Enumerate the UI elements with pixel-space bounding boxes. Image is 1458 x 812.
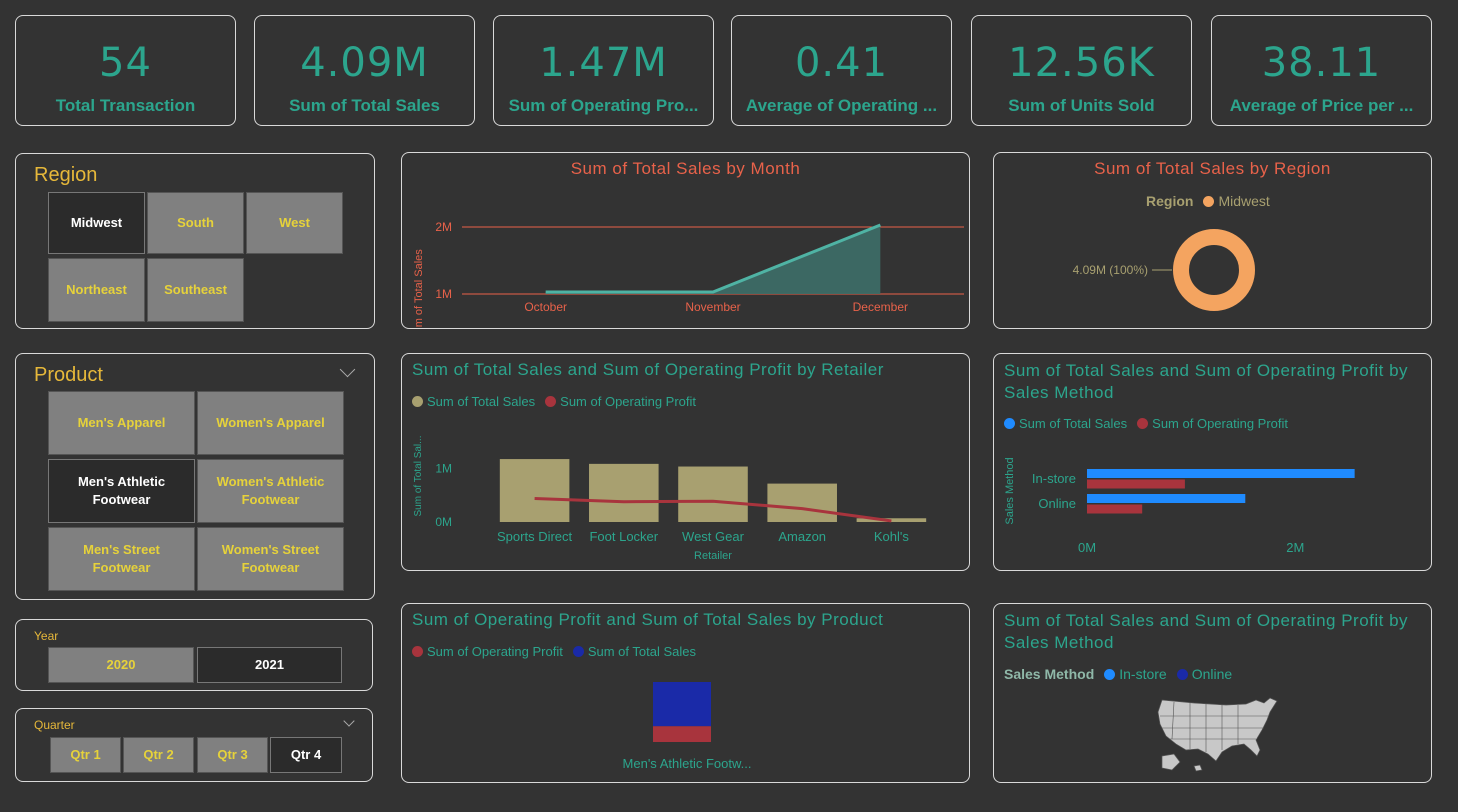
- region-tile-midwest[interactable]: Midwest: [48, 192, 145, 254]
- x-tick-label: West Gear: [682, 529, 745, 544]
- product-tile-mens-apparel[interactable]: Men's Apparel: [48, 391, 195, 455]
- kpi-value: 1.47M: [539, 40, 668, 86]
- kpi-card-total-transaction[interactable]: 54 Total Transaction: [15, 15, 236, 126]
- y-tick-label: 0M: [435, 515, 452, 529]
- x-tick-label: October: [524, 300, 567, 314]
- product-plot: Men's Athletic Footw...: [623, 682, 752, 771]
- product-chart-svg: Men's Athletic Footw...: [623, 682, 752, 771]
- donut-chart-svg: 4.09M (100%): [1073, 229, 1255, 311]
- year-tile-2021[interactable]: 2021: [197, 647, 342, 683]
- y-tick-label: In-store: [1032, 471, 1076, 486]
- region-tile-southeast[interactable]: Southeast: [147, 258, 244, 322]
- x-tick-label: Amazon: [778, 529, 826, 544]
- month-plot: 1M 2M October November December: [435, 220, 964, 314]
- kpi-label: Average of Price per ...: [1229, 96, 1414, 115]
- bar-total-sales: [1087, 494, 1246, 503]
- product-tile-womens-athletic-footwear[interactable]: Women's Athletic Footwear: [197, 459, 344, 523]
- area-fill: [545, 224, 881, 294]
- product-slicer-title: Product: [34, 364, 103, 386]
- kpi-card-units-sold[interactable]: 12.56K Sum of Units Sold: [971, 15, 1192, 126]
- method-plot: In-store Online 0M 2M: [1032, 469, 1355, 555]
- chart-by-retailer[interactable]: Sum of Total Sales and Sum of Operating …: [401, 353, 970, 571]
- kpi-value: 0.41: [794, 40, 889, 86]
- kpi-label: Sum of Units Sold: [1008, 96, 1155, 115]
- chart-by-product[interactable]: Sum of Operating Profit and Sum of Total…: [401, 603, 970, 783]
- year-tile-2020[interactable]: 2020: [48, 647, 194, 683]
- x-tick-label: Men's Athletic Footw...: [623, 756, 752, 771]
- region-tile-northeast[interactable]: Northeast: [48, 258, 145, 322]
- y-axis-title: Sum of Total Sal...: [413, 436, 424, 517]
- x-tick-label: December: [853, 300, 908, 314]
- kpi-value: 12.56K: [1008, 40, 1155, 86]
- chevron-down-icon[interactable]: [343, 715, 355, 727]
- product-tile-womens-apparel[interactable]: Women's Apparel: [197, 391, 344, 455]
- kpi-card-total-sales[interactable]: 4.09M Sum of Total Sales: [254, 15, 475, 126]
- quarter-tile-qtr4[interactable]: Qtr 4: [270, 737, 342, 773]
- retailer-plot: 0M 1M Sports Direct Foot Locker West Gear Ama…: [435, 459, 927, 544]
- product-tile-mens-athletic-footwear[interactable]: Men's Athletic Footwear: [48, 459, 195, 523]
- chart-sales-by-month[interactable]: Sum of Total Sales by Month Sum of Total…: [401, 152, 970, 329]
- bar-total-sales: [499, 459, 570, 522]
- product-slicer: Product Men's Apparel Women's Apparel Me…: [15, 353, 375, 600]
- y-axis-title: Sales Method: [1004, 457, 1016, 524]
- chart-by-sales-method[interactable]: Sum of Total Sales and Sum of Operating …: [993, 353, 1432, 571]
- month-chart-svg: Sum of Total Sales 1M 2M October November De…: [413, 220, 964, 328]
- hawaii-shape: [1193, 764, 1203, 772]
- quarter-tile-qtr1[interactable]: Qtr 1: [50, 737, 121, 773]
- chart-sales-by-region[interactable]: Sum of Total Sales by Region Region Midw…: [993, 152, 1432, 329]
- kpi-card-average-price[interactable]: 38.11 Average of Price per ...: [1211, 15, 1432, 126]
- donut-slice-midwest[interactable]: [1173, 229, 1255, 311]
- x-tick-label: Kohl's: [874, 529, 910, 544]
- kpi-value: 54: [99, 40, 152, 86]
- kpi-label: Sum of Total Sales: [289, 96, 440, 115]
- x-tick-label: Sports Direct: [497, 529, 573, 544]
- bar-operating-profit: [1087, 504, 1143, 514]
- year-slicer-title: Year: [34, 629, 59, 643]
- bar-total-sales: [589, 463, 659, 522]
- y-tick-label: 1M: [435, 287, 452, 301]
- kpi-label: Average of Operating ...: [745, 96, 938, 115]
- region-slicer-title: Region: [34, 164, 98, 186]
- alaska-shape: [1161, 753, 1181, 771]
- quarter-tile-qtr2[interactable]: Qtr 2: [123, 737, 194, 773]
- product-tile-mens-street-footwear[interactable]: Men's Street Footwear: [48, 527, 195, 591]
- method-chart-svg: Sales Method In-store Online 0M 2M: [1004, 457, 1355, 555]
- chevron-down-icon[interactable]: [339, 361, 356, 378]
- y-tick-label: 1M: [435, 462, 452, 476]
- year-slicer: Year 2020 2021: [15, 619, 373, 691]
- donut-data-label: 4.09M (100%): [1073, 263, 1148, 277]
- bar-total-sales: [767, 483, 837, 522]
- region-tile-west[interactable]: West: [246, 192, 343, 254]
- kpi-value: 38.11: [1261, 40, 1382, 86]
- bar-total-sales: [678, 466, 748, 522]
- x-tick-label: 0M: [1078, 540, 1096, 555]
- bar-operating-profit: [653, 726, 711, 742]
- quarter-slicer: Quarter Qtr 1 Qtr 2 Qtr 3 Qtr 4: [15, 708, 373, 782]
- x-tick-label: 2M: [1286, 540, 1304, 555]
- y-axis-title: Sum of Total Sales: [413, 249, 425, 328]
- region-tile-south[interactable]: South: [147, 192, 244, 254]
- x-tick-label: November: [685, 300, 740, 314]
- product-tile-womens-street-footwear[interactable]: Women's Street Footwear: [197, 527, 344, 591]
- quarter-slicer-title: Quarter: [34, 718, 75, 732]
- bar-total-sales: [1087, 469, 1355, 478]
- retailer-chart-svg: Sum of Total Sal... Retailer 0M 1M Sports …: [413, 436, 927, 562]
- bar-total-sales: [653, 682, 711, 727]
- x-axis-title: Retailer: [694, 550, 732, 562]
- us-map-shape: [1157, 697, 1278, 762]
- y-tick-label: Online: [1038, 496, 1076, 511]
- kpi-card-operating-profit[interactable]: 1.47M Sum of Operating Pro...: [493, 15, 714, 126]
- y-tick-label: 2M: [435, 220, 452, 234]
- bar-operating-profit: [1087, 479, 1185, 489]
- quarter-tile-qtr3[interactable]: Qtr 3: [197, 737, 268, 773]
- region-slicer: Region Midwest South West Northeast Sout…: [15, 153, 375, 329]
- kpi-value: 4.09M: [300, 40, 429, 86]
- kpi-label: Total Transaction: [55, 96, 196, 115]
- us-map-svg[interactable]: [994, 604, 1431, 782]
- kpi-card-average-operating-margin[interactable]: 0.41 Average of Operating ...: [731, 15, 952, 126]
- x-tick-label: Foot Locker: [589, 529, 658, 544]
- chart-map-sales-method[interactable]: Sum of Total Sales and Sum of Operating …: [993, 603, 1432, 783]
- kpi-label: Sum of Operating Pro...: [508, 96, 699, 115]
